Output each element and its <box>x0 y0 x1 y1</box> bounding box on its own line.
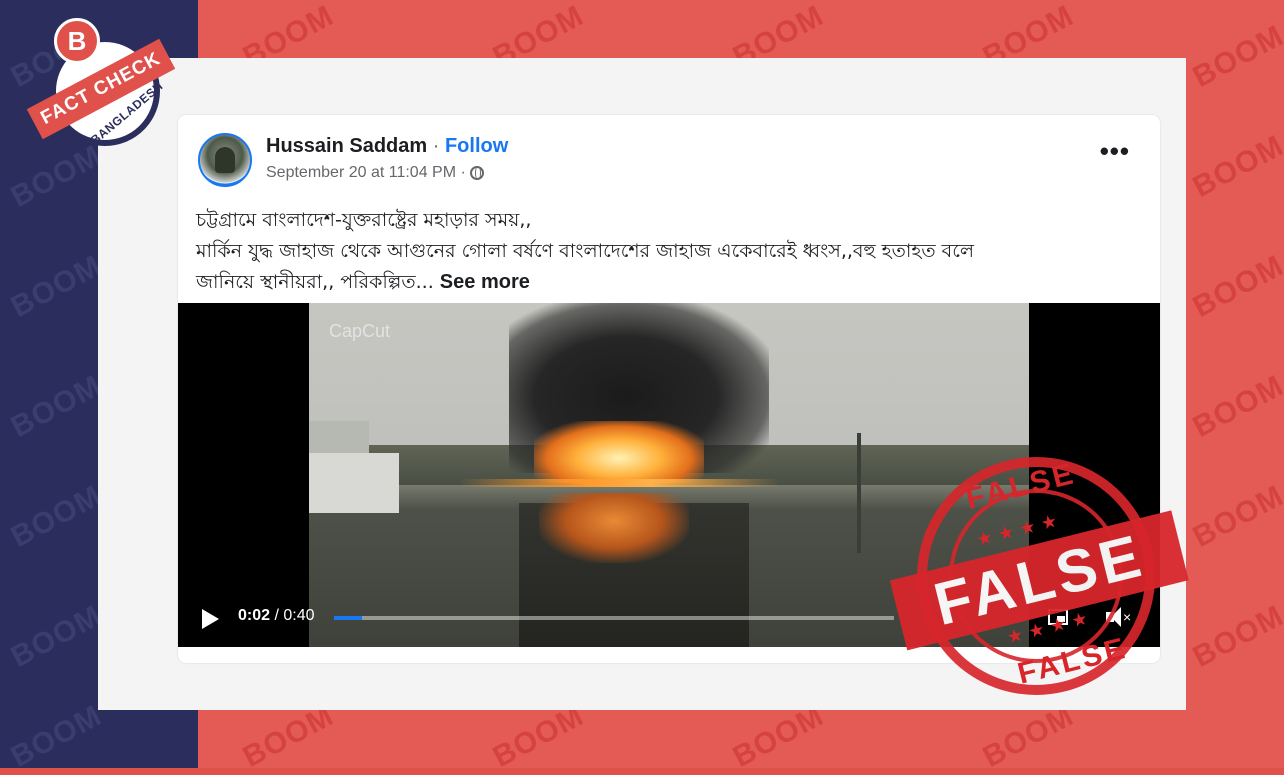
caption-line-2: মার্কিন যুদ্ধ জাহাজ থেকে আগুনের গোলা বর্… <box>196 240 975 262</box>
play-icon[interactable] <box>202 609 219 629</box>
video-time: 0:02 / 0:40 <box>238 607 315 625</box>
boom-logo: B <box>54 18 100 64</box>
caption-line-3-text: জানিয়ে স্থানীয়রা,, পরিকল্পিত... <box>196 271 434 293</box>
follow-button[interactable]: Follow <box>445 135 508 157</box>
video-fire-streak <box>459 479 779 487</box>
post-meta: September 20 at 11:04 PM · <box>266 164 485 182</box>
post-timestamp[interactable]: September 20 at 11:04 PM <box>266 164 456 181</box>
video-fire-reflection <box>539 493 689 563</box>
globe-icon <box>470 166 485 180</box>
post-caption: চট্টগ্রামে বাংলাদেশ-যুক্তরাষ্ট্রের মহাড়… <box>196 205 1146 298</box>
separator-dot: · <box>432 135 440 157</box>
capcut-watermark: CapCut <box>329 321 391 341</box>
video-fire <box>534 421 704 483</box>
author-name[interactable]: Hussain Saddam <box>266 135 427 157</box>
meta-separator: · <box>460 164 466 181</box>
progress-track[interactable] <box>334 616 894 620</box>
video-mast <box>857 433 861 553</box>
avatar[interactable] <box>198 133 252 187</box>
caption-line-3: জানিয়ে স্থানীয়রা,, পরিকল্পিত... See mo… <box>196 267 1146 298</box>
more-options-icon[interactable]: ••• <box>1100 138 1130 164</box>
see-more-link[interactable]: See more <box>440 271 530 293</box>
fact-check-badge: B FACT CHECK BANGLADESH <box>26 14 180 154</box>
video-ship-hull <box>309 453 399 513</box>
video-ship-superstructure <box>309 421 369 455</box>
video-duration: 0:40 <box>283 607 315 624</box>
current-time: 0:02 <box>238 607 271 624</box>
caption-line-1: চট্টগ্রামে বাংলাদেশ-যুক্তরাষ্ট্রের মহাড়… <box>196 209 532 231</box>
time-separator: / <box>270 607 284 624</box>
progress-fill <box>334 616 362 620</box>
post-header: Hussain Saddam · Follow <box>266 135 508 158</box>
